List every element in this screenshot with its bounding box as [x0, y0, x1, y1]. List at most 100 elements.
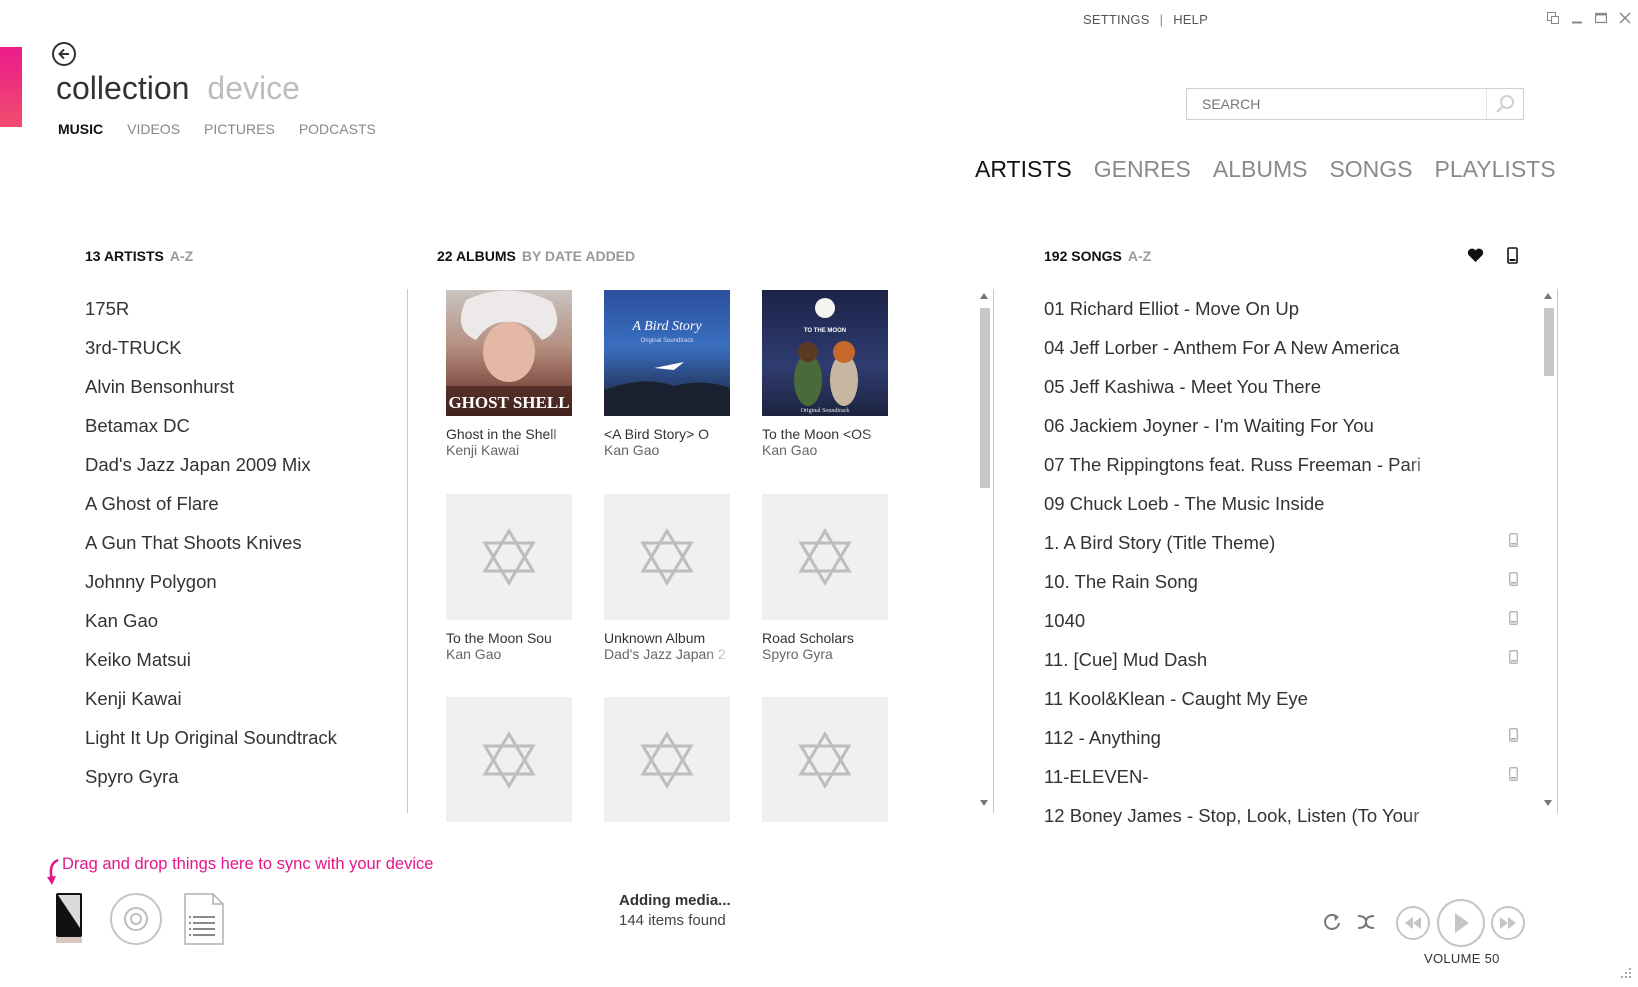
search-input[interactable] [1187, 89, 1486, 119]
disc-icon [124, 907, 148, 931]
playlist-target[interactable] [184, 893, 224, 945]
previous-button[interactable] [1396, 906, 1430, 940]
artists-list: 175R 3rd-TRUCK Alvin Bensonhurst Betamax… [85, 289, 337, 796]
tab-genres[interactable]: GENRES [1094, 156, 1191, 183]
compact-mode-icon[interactable] [1546, 12, 1560, 27]
scroll-up-icon[interactable] [980, 293, 988, 299]
placeholder-art-icon [604, 697, 730, 822]
pivot-collection[interactable]: collection [56, 70, 189, 106]
album-tile[interactable]: Unknown Album Dad's Jazz Japan 2 [604, 494, 732, 662]
album-tile[interactable] [762, 697, 890, 822]
resize-grip-icon[interactable] [1618, 966, 1632, 980]
subnav-music[interactable]: MUSIC [58, 121, 103, 137]
pivot-device[interactable]: device [207, 70, 300, 106]
list-item[interactable]: 112 - Anything [1044, 718, 1518, 757]
scrollbar-thumb[interactable] [1544, 308, 1554, 376]
settings-link[interactable]: SETTINGS [1083, 12, 1150, 27]
subnav-videos[interactable]: VIDEOS [127, 121, 180, 137]
list-item[interactable]: Kenji Kawai [85, 679, 337, 718]
albums-sort[interactable]: BY DATE ADDED [522, 248, 635, 264]
list-item[interactable]: 11. [Cue] Mud Dash [1044, 640, 1518, 679]
albums-scrollbar[interactable] [978, 290, 990, 810]
list-item[interactable]: 3rd-TRUCK [85, 328, 337, 367]
device-sync-target[interactable] [55, 892, 83, 944]
scroll-down-icon[interactable] [1544, 800, 1552, 806]
list-item[interactable]: Kan Gao [85, 601, 337, 640]
album-tile[interactable] [604, 697, 732, 822]
album-tile[interactable]: GHOST SHELL Ghost in the Shell Kenji Kaw… [446, 290, 574, 458]
tab-artists[interactable]: ARTISTS [975, 156, 1072, 183]
album-artist[interactable]: Kan Gao [446, 646, 574, 662]
album-tile[interactable] [446, 697, 574, 822]
list-item[interactable]: Dad's Jazz Japan 2009 Mix [85, 445, 337, 484]
album-artist[interactable]: Dad's Jazz Japan 2 [604, 646, 732, 662]
disc-burn-target[interactable] [110, 893, 162, 945]
subnav-podcasts[interactable]: PODCASTS [299, 121, 376, 137]
list-item[interactable]: 11 Kool&Klean - Caught My Eye [1044, 679, 1474, 718]
list-item[interactable]: Spyro Gyra [85, 757, 337, 796]
volume-label[interactable]: VOLUME 50 [1424, 951, 1500, 966]
list-item[interactable]: 1. A Bird Story (Title Theme) [1044, 523, 1518, 562]
list-item[interactable]: Johnny Polygon [85, 562, 337, 601]
list-item[interactable]: 175R [85, 289, 337, 328]
songs-scrollbar[interactable] [1542, 290, 1554, 810]
shuffle-icon[interactable] [1356, 912, 1376, 937]
album-tile[interactable]: A Bird Story Original Soundtrack <A Bird… [604, 290, 732, 458]
list-item[interactable]: A Gun That Shoots Knives [85, 523, 337, 562]
help-link[interactable]: HELP [1173, 12, 1208, 27]
album-tile[interactable]: TO THE MOON Original Soundtrack To the M… [762, 290, 890, 458]
album-art: A Bird Story Original Soundtrack [604, 290, 730, 416]
songs-sort[interactable]: A-Z [1128, 248, 1151, 264]
list-item[interactable]: 1040 [1044, 601, 1518, 640]
list-item[interactable]: 10. The Rain Song [1044, 562, 1518, 601]
back-button[interactable] [52, 42, 76, 66]
album-tile[interactable]: Road Scholars Spyro Gyra [762, 494, 890, 662]
on-device-icon [1509, 562, 1518, 601]
close-icon[interactable] [1618, 12, 1632, 27]
song-title: 09 Chuck Loeb - The Music Inside [1044, 493, 1325, 514]
placeholder-art-icon [446, 494, 572, 620]
tab-playlists[interactable]: PLAYLISTS [1435, 156, 1556, 183]
album-artist[interactable]: Kenji Kawai [446, 442, 574, 458]
scroll-up-icon[interactable] [1544, 293, 1552, 299]
scrollbar-thumb[interactable] [980, 308, 990, 488]
favorites-heart-icon[interactable] [1467, 248, 1484, 268]
album-artist[interactable]: Spyro Gyra [762, 646, 890, 662]
minimize-icon[interactable] [1570, 12, 1584, 27]
pivot-header: collection device [56, 70, 300, 107]
songs-count: 192 SONGS [1044, 248, 1122, 264]
list-item[interactable]: 11-ELEVEN- [1044, 757, 1518, 796]
search-icon [1496, 95, 1514, 113]
album-artist[interactable]: Kan Gao [762, 442, 890, 458]
list-item[interactable]: 05 Jeff Kashiwa - Meet You There [1044, 367, 1474, 406]
song-title: 05 Jeff Kashiwa - Meet You There [1044, 376, 1321, 397]
album-tile[interactable]: To the Moon Sou Kan Gao [446, 494, 574, 662]
device-filter-icon[interactable] [1507, 247, 1518, 269]
play-button[interactable] [1437, 899, 1485, 947]
brand-accent-bar [0, 47, 22, 127]
tab-albums[interactable]: ALBUMS [1213, 156, 1308, 183]
list-item[interactable]: 04 Jeff Lorber - Anthem For A New Americ… [1044, 328, 1474, 367]
album-artist[interactable]: Kan Gao [604, 442, 732, 458]
list-item[interactable]: 12 Boney James - Stop, Look, Listen (To … [1044, 796, 1474, 835]
subnav-pictures[interactable]: PICTURES [204, 121, 275, 137]
list-item[interactable]: 06 Jackiem Joyner - I'm Waiting For You [1044, 406, 1474, 445]
list-item[interactable]: Betamax DC [85, 406, 337, 445]
maximize-icon[interactable] [1594, 12, 1608, 27]
on-device-icon [1509, 601, 1518, 640]
list-item[interactable]: Alvin Bensonhurst [85, 367, 337, 406]
repeat-icon[interactable] [1322, 912, 1342, 937]
list-item[interactable]: 01 Richard Elliot - Move On Up [1044, 289, 1474, 328]
search-button[interactable] [1486, 89, 1523, 119]
list-item[interactable]: Keiko Matsui [85, 640, 337, 679]
list-item[interactable]: 07 The Rippingtons feat. Russ Freeman - … [1044, 445, 1474, 484]
list-item[interactable]: A Ghost of Flare [85, 484, 337, 523]
on-device-icon [1509, 757, 1518, 796]
scroll-down-icon[interactable] [980, 800, 988, 806]
list-item[interactable]: Light It Up Original Soundtrack [85, 718, 337, 757]
album-title: Ghost in the Shell [446, 426, 557, 442]
tab-songs[interactable]: SONGS [1329, 156, 1412, 183]
next-button[interactable] [1491, 906, 1525, 940]
artists-sort[interactable]: A-Z [170, 248, 193, 264]
list-item[interactable]: 09 Chuck Loeb - The Music Inside [1044, 484, 1474, 523]
